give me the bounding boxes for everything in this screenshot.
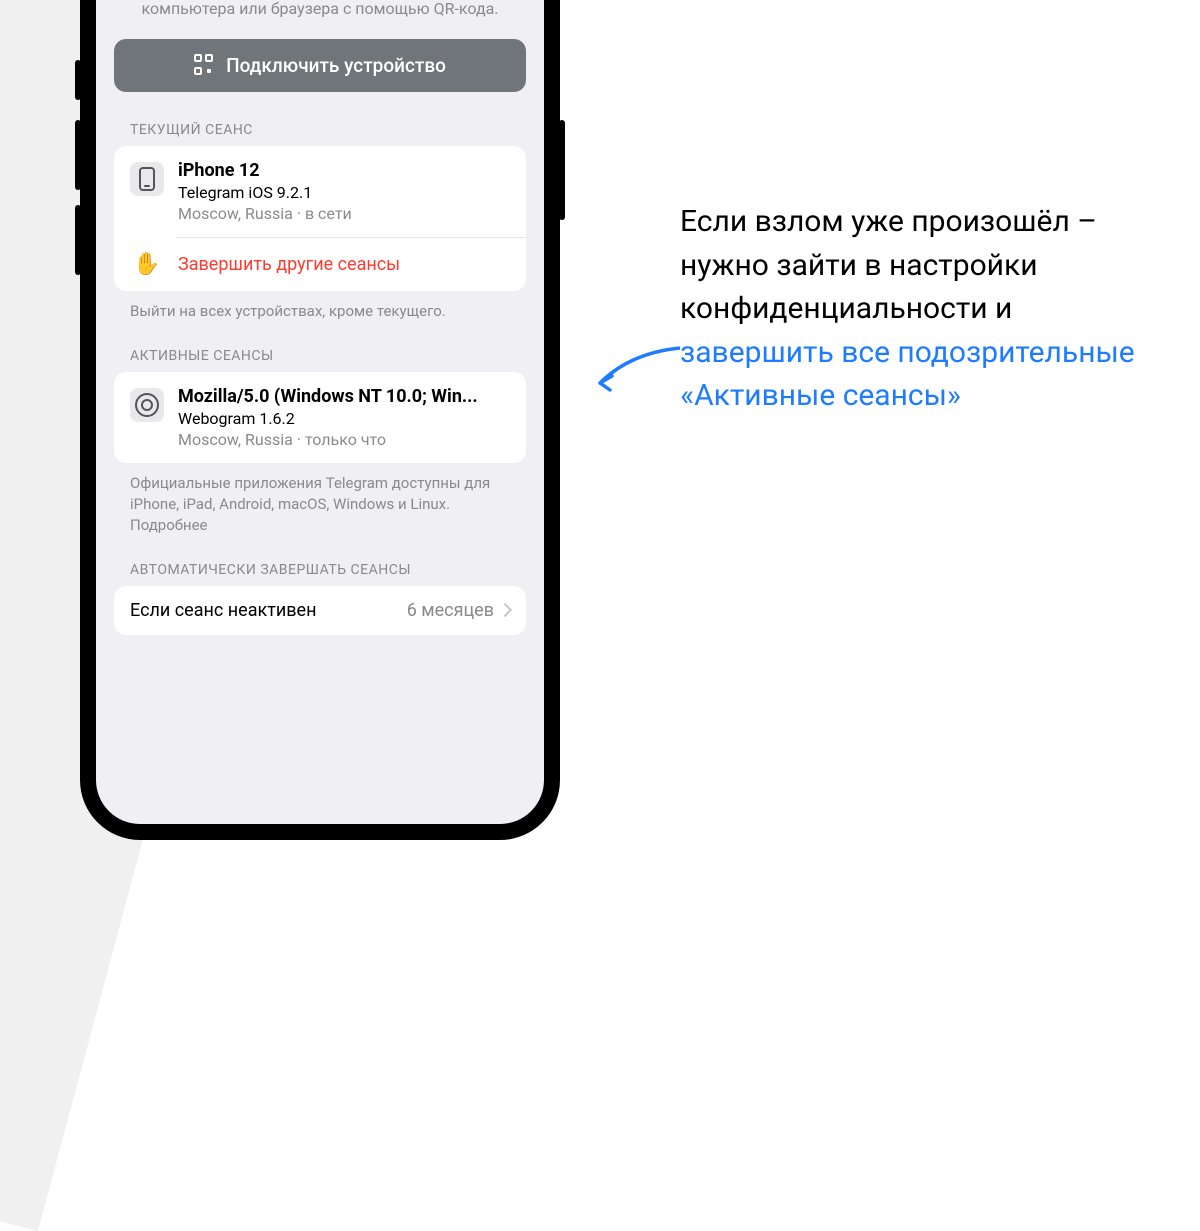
terminate-sessions-label: Завершить другие сеансы	[178, 254, 400, 275]
chevron-right-icon	[498, 603, 512, 617]
active-session-client: Webogram 1.6.2	[178, 409, 510, 428]
current-session-row[interactable]: iPhone 12 Telegram iOS 9.2.1 Moscow, Rus…	[114, 146, 526, 237]
terminate-footer-text: Выйти на всех устройствах, кроме текущег…	[96, 291, 544, 348]
auto-terminate-value: 6 месяцев	[407, 600, 510, 621]
arrow-icon	[590, 338, 690, 398]
phone-power-button	[559, 120, 565, 220]
active-session-meta: Moscow, Russia · только что	[178, 430, 510, 449]
active-session-device: Mozilla/5.0 (Windows NT 10.0; Win...	[178, 386, 510, 407]
active-session-row[interactable]: Mozilla/5.0 (Windows NT 10.0; Win... Web…	[114, 372, 526, 463]
active-footer-text: Официальные приложения Telegram доступны…	[96, 463, 544, 562]
current-session-card: iPhone 12 Telegram iOS 9.2.1 Moscow, Rus…	[114, 146, 526, 291]
auto-terminate-label: Если сеанс неактивен	[130, 600, 316, 621]
phone-volume-up	[75, 120, 81, 190]
phone-frame: Вы можете зайти в приложения Telegram дл…	[80, 0, 560, 840]
section-header-current: ТЕКУЩИЙ СЕАНС	[96, 122, 544, 146]
intro-text: Вы можете зайти в приложения Telegram дл…	[96, 0, 544, 39]
section-header-active: АКТИВНЫЕ СЕАНСЫ	[96, 348, 544, 372]
browser-device-icon	[130, 388, 164, 422]
phone-device-icon	[130, 162, 164, 196]
annotation-text: Если взлом уже произошёл – нужно зайти в…	[680, 200, 1160, 418]
current-session-client: Telegram iOS 9.2.1	[178, 183, 510, 202]
qr-code-icon	[194, 54, 216, 76]
current-session-device: iPhone 12	[178, 160, 510, 181]
section-header-auto: АВТОМАТИЧЕСКИ ЗАВЕРШАТЬ СЕАНСЫ	[96, 562, 544, 586]
active-session-card: Mozilla/5.0 (Windows NT 10.0; Win... Web…	[114, 372, 526, 463]
auto-terminate-card: Если сеанс неактивен 6 месяцев	[114, 586, 526, 635]
phone-volume-down	[75, 205, 81, 275]
connect-device-button[interactable]: Подключить устройство	[114, 39, 526, 92]
terminate-sessions-button[interactable]: ✋ Завершить другие сеансы	[114, 238, 526, 291]
connect-device-label: Подключить устройство	[226, 54, 446, 77]
phone-mute-switch	[75, 60, 81, 100]
hand-stop-icon: ✋	[130, 252, 164, 277]
current-session-meta: Moscow, Russia · в сети	[178, 204, 510, 223]
auto-terminate-row[interactable]: Если сеанс неактивен 6 месяцев	[114, 586, 526, 635]
phone-screen: Вы можете зайти в приложения Telegram дл…	[96, 0, 544, 824]
